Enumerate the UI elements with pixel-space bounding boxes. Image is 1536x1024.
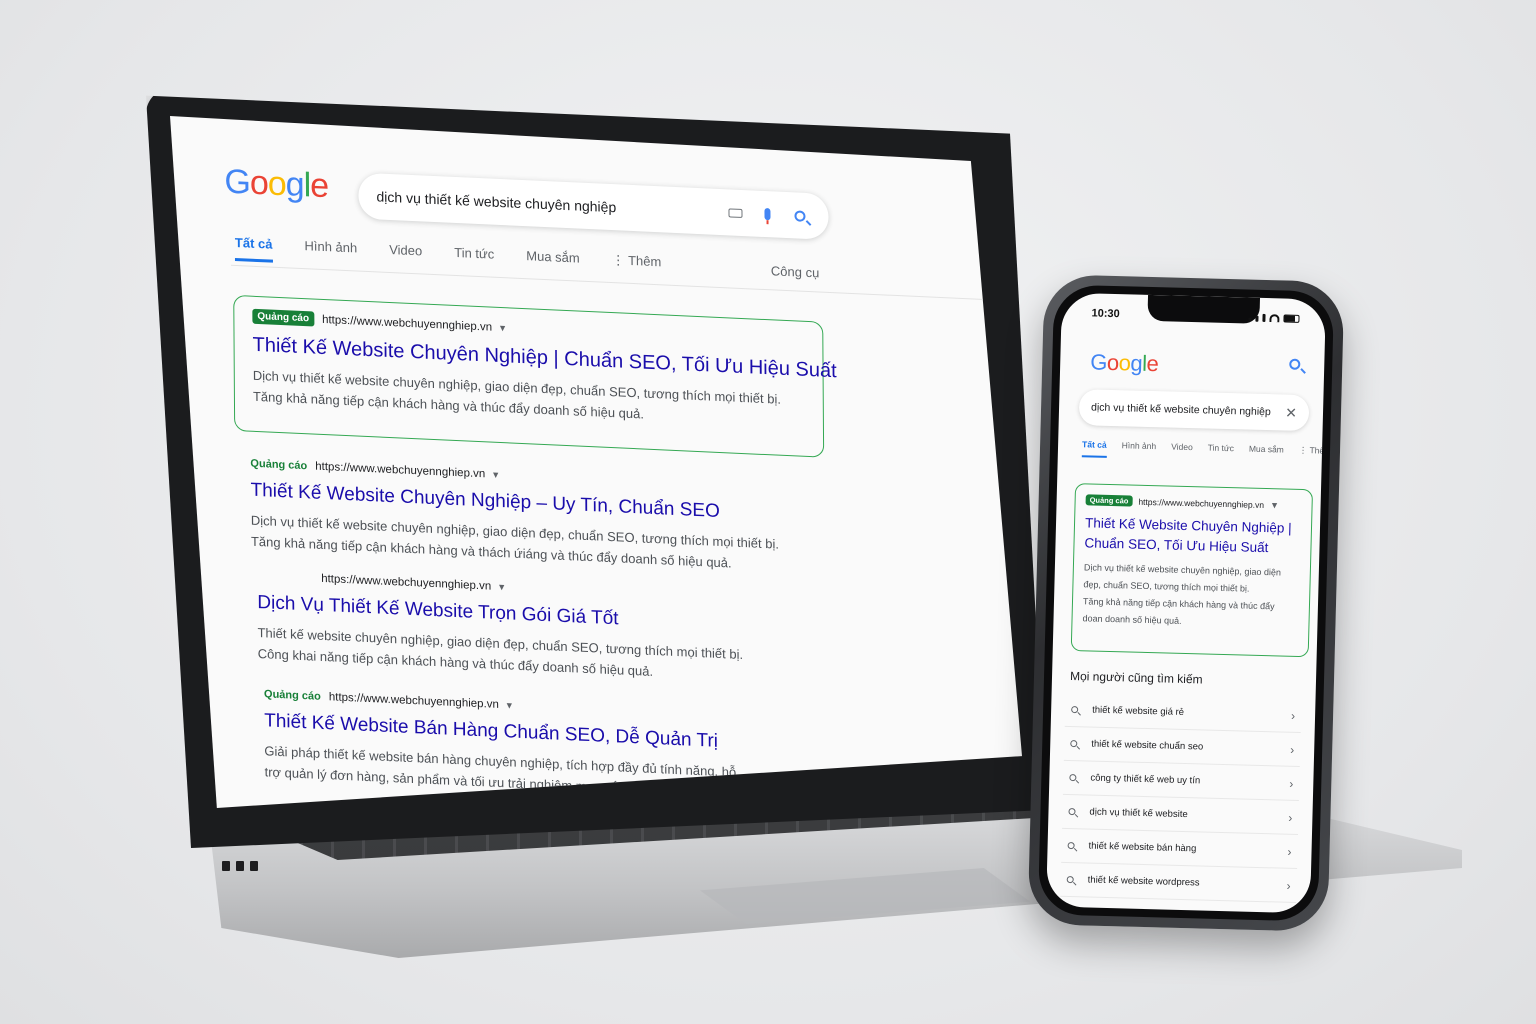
search-result-ad-highlighted: Quảng cáo https://www.webchuyennghiep.vn… <box>233 294 837 458</box>
ad-badge: Quảng cáo <box>1085 494 1133 507</box>
tab-news[interactable]: Tin tức <box>1207 443 1234 462</box>
result-url[interactable]: https://www.webchuyennghiep.vn <box>321 573 491 593</box>
tab-all[interactable]: Tất cả <box>1081 439 1107 458</box>
laptop-ports <box>222 858 266 884</box>
search-input[interactable]: dịch vụ thiết kế website chuyên nghiệp <box>376 188 714 219</box>
search-icon <box>1067 841 1075 850</box>
result-url[interactable]: https://www.webchuyennghiep.vn <box>329 691 499 711</box>
tab-news[interactable]: Tin tức <box>454 245 494 270</box>
phone-notch <box>1147 294 1261 324</box>
chevron-right-icon: › <box>1286 878 1291 893</box>
phone-screen: 10:30 Google dịch vụ thiết kế website ch… <box>1046 292 1326 914</box>
tab-video[interactable]: Video <box>1171 442 1193 461</box>
status-icons <box>1248 313 1300 323</box>
search-bar[interactable]: dịch vụ thiết kế website chuyên nghiệp <box>358 172 829 240</box>
ad-label: Quảng cáo <box>263 688 321 703</box>
chevron-down-icon[interactable]: ▼ <box>1270 500 1279 510</box>
phone-bezel: 10:30 Google dịch vụ thiết kế website ch… <box>1037 284 1335 922</box>
result-url[interactable]: https://www.webchuyennghiep.vn <box>322 313 492 333</box>
tab-more[interactable]: ⋮ Thêm <box>1299 445 1326 464</box>
ad-badge: Quảng cáo <box>252 308 315 327</box>
search-icon <box>1071 706 1079 714</box>
google-logo[interactable]: Google <box>224 162 328 206</box>
search-icon <box>1069 774 1077 782</box>
search-result: https://www.webchuyennghiep.vn ▼ Dịch Vụ… <box>257 570 858 691</box>
chevron-right-icon: › <box>1287 844 1292 859</box>
search-icon[interactable] <box>788 204 810 227</box>
tab-video[interactable]: Video <box>389 242 422 267</box>
chevron-right-icon: › <box>1288 810 1293 825</box>
people-also-search-heading: Mọi người cũng tìm kiếm <box>1069 668 1203 687</box>
search-result: Quảng cáo https://www.webchuyennghiep.vn… <box>250 458 851 579</box>
result-url[interactable]: https://www.webchuyennghiep.vn <box>315 461 485 481</box>
keyboard-icon[interactable] <box>724 201 746 224</box>
tab-images[interactable]: Hình ảnh <box>304 238 357 263</box>
battery-icon <box>1283 314 1300 323</box>
search-icon <box>1070 740 1078 748</box>
wifi-icon <box>1269 314 1280 323</box>
chevron-down-icon[interactable]: ▼ <box>498 322 507 332</box>
search-icon <box>1066 875 1074 884</box>
status-time: 10:30 <box>1091 307 1120 321</box>
close-icon[interactable]: ✕ <box>1285 404 1297 421</box>
chevron-right-icon: › <box>1290 742 1295 757</box>
chevron-right-icon: › <box>1289 776 1294 791</box>
suggestion-item[interactable]: thiết kế website wordpress › <box>1060 862 1298 903</box>
result-title[interactable]: Thiết Kế Website Chuyên Nghiệp | Chuẩn S… <box>1084 513 1301 559</box>
search-result-ad-highlighted: Quảng cáo https://www.webchuyennghiep.vn… <box>1070 483 1314 658</box>
phone-device: 10:30 Google dịch vụ thiết kế website ch… <box>1027 274 1345 932</box>
chevron-down-icon[interactable]: ▼ <box>491 470 500 480</box>
chevron-down-icon[interactable]: ▼ <box>505 700 514 710</box>
search-icon[interactable] <box>1289 358 1301 370</box>
tab-images[interactable]: Hình ảnh <box>1121 440 1157 459</box>
signal-icon <box>1248 317 1252 322</box>
tab-shopping[interactable]: Mua sắm <box>1249 444 1284 463</box>
search-icon <box>1068 807 1076 816</box>
ad-label: Quảng cáo <box>250 457 308 473</box>
tab-shopping[interactable]: Mua sắm <box>526 248 580 273</box>
google-logo[interactable]: Google <box>1090 349 1159 377</box>
search-bar[interactable]: dịch vụ thiết kế website chuyên nghiệp ✕ <box>1078 389 1310 432</box>
laptop-screen: Google dịch vụ thiết kế website chuyên n… <box>170 116 1022 808</box>
scene-background: Google dịch vụ thiết kế website chuyên n… <box>0 0 1536 1024</box>
desktop-search-page: Google dịch vụ thiết kế website chuyên n… <box>170 116 1022 808</box>
search-input[interactable]: dịch vụ thiết kế website chuyên nghiệp <box>1091 401 1286 418</box>
tab-all[interactable]: Tất cả <box>234 234 273 263</box>
result-description: Dịch vụ thiết kế website chuyên nghiệp, … <box>1082 562 1282 626</box>
chevron-right-icon: › <box>1290 708 1296 723</box>
suggestion-list: thiết kế website giá rẻ › thiết kế websit… <box>1060 692 1302 903</box>
tab-more[interactable]: ⋮ Thêm <box>612 252 662 278</box>
tools-button[interactable]: Công cụ <box>771 263 820 280</box>
chevron-down-icon[interactable]: ▼ <box>497 582 506 592</box>
result-url[interactable]: https://www.webchuyennghiep.vn <box>1138 496 1264 509</box>
search-tabs: Tất cả Hình ảnh Video Tin tức Mua sắm ⋮ … <box>1081 439 1326 463</box>
mic-icon[interactable] <box>756 203 778 226</box>
